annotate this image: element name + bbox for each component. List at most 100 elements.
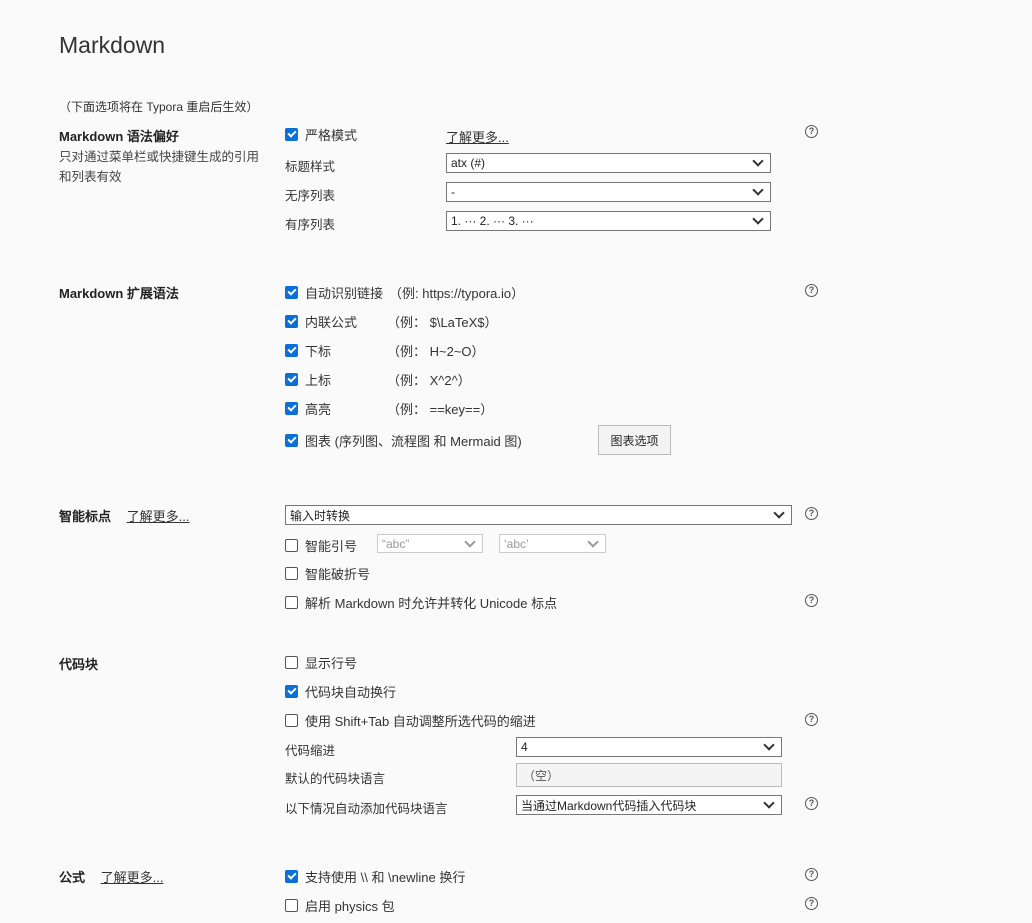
auto-lang-value: 当通过Markdown代码插入代码块 [521, 798, 697, 813]
smart-punct-mode-select[interactable]: 输入时转换 [285, 505, 792, 525]
chevron-down-icon [752, 213, 764, 225]
help-circle-icon[interactable]: ? [805, 713, 818, 726]
physics-label: 启用 physics 包 [305, 898, 395, 914]
section-title-math: 公式 [59, 870, 86, 885]
ext-option-inline-math[interactable]: 内联公式 [285, 311, 357, 331]
math-newline-checkbox[interactable] [285, 869, 298, 883]
default-lang-placeholder: （空） [523, 768, 560, 783]
page-title: Markdown [59, 32, 166, 58]
chart-options-button[interactable]: 图表选项 [598, 425, 671, 455]
line-numbers-label: 显示行号 [305, 655, 358, 671]
shift-tab-label: 使用 Shift+Tab 自动调整所选代码的缩进 [305, 713, 536, 729]
chevron-down-icon [752, 155, 764, 167]
ext-option-superscript[interactable]: 上标 [285, 369, 331, 389]
strict-mode-option[interactable]: 严格模式 [285, 124, 357, 144]
ext-highlight-label: 高亮 [305, 401, 332, 417]
ext-option-subscript[interactable]: 下标 [285, 340, 331, 360]
chevron-down-icon [763, 739, 775, 751]
unicode-punct-checkbox[interactable] [285, 595, 298, 609]
smart-dash-checkbox[interactable] [285, 566, 298, 580]
single-quote-value: ‘abc’ [504, 536, 529, 551]
default-lang-input[interactable]: （空） [516, 763, 782, 787]
code-wrap-option[interactable]: 代码块自动换行 [285, 681, 396, 701]
smart-quotes-label: 智能引号 [305, 538, 358, 554]
unordered-list-select[interactable]: - [446, 182, 771, 202]
ordered-list-label: 有序列表 [285, 218, 336, 232]
restart-note: （下面选项将在 Typora 重启后生效） [59, 100, 259, 114]
ext-subscript-example: （例： H~2~O） [387, 343, 485, 359]
smart-punct-mode-value: 输入时转换 [290, 508, 351, 523]
ext-option-highlight[interactable]: 高亮 [285, 398, 331, 418]
math-learn-more-link[interactable]: 了解更多... [101, 870, 164, 885]
section-header-smart-punct: 智能标点 了解更多... [59, 506, 189, 525]
ext-superscript-example: （例： X^2^） [387, 372, 471, 388]
heading-style-select[interactable]: atx (#) [446, 153, 771, 173]
section-title-syntax: Markdown 语法偏好 [59, 129, 179, 144]
ext-superscript-checkbox[interactable] [285, 372, 298, 386]
section-title-smart-punct: 智能标点 [59, 509, 112, 524]
code-indent-select[interactable]: 4 [516, 737, 782, 757]
unordered-list-value: - [451, 185, 455, 199]
code-wrap-label: 代码块自动换行 [305, 684, 397, 700]
chevron-down-icon [763, 797, 775, 809]
single-quote-select[interactable]: ‘abc’ [499, 534, 606, 553]
double-quote-select[interactable]: “abc” [377, 534, 483, 553]
shift-tab-option[interactable]: 使用 Shift+Tab 自动调整所选代码的缩进 [285, 710, 536, 730]
unicode-punct-option[interactable]: 解析 Markdown 时允许并转化 Unicode 标点 [285, 592, 557, 612]
ext-option-diagrams[interactable]: 图表 (序列图、流程图 和 Mermaid 图) [285, 430, 522, 450]
help-circle-icon[interactable]: ? [805, 125, 818, 138]
help-circle-icon[interactable]: ? [805, 284, 818, 297]
math-newline-option[interactable]: 支持使用 \\ 和 \newline 换行 [285, 866, 465, 886]
section-title-extended: Markdown 扩展语法 [59, 286, 179, 301]
ext-superscript-label: 上标 [305, 372, 332, 388]
ordered-list-select[interactable]: 1. ··· 2. ··· 3. ··· [446, 211, 771, 231]
ext-subscript-label: 下标 [305, 343, 332, 359]
chevron-down-icon [464, 535, 476, 548]
smart-dash-option[interactable]: 智能破折号 [285, 563, 370, 583]
double-quote-value: “abc” [382, 536, 410, 551]
code-indent-label: 代码缩进 [285, 744, 336, 758]
line-numbers-option[interactable]: 显示行号 [285, 652, 357, 672]
default-lang-label: 默认的代码块语言 [285, 772, 386, 786]
help-circle-icon[interactable]: ? [805, 797, 818, 810]
help-circle-icon[interactable]: ? [805, 594, 818, 607]
ext-subscript-checkbox[interactable] [285, 343, 298, 357]
code-indent-value: 4 [521, 740, 528, 754]
strict-mode-checkbox[interactable] [285, 127, 298, 141]
ext-highlight-checkbox[interactable] [285, 401, 298, 415]
ext-inline-math-example: （例： $\LaTeX$） [387, 314, 498, 330]
math-newline-label: 支持使用 \\ 和 \newline 换行 [305, 869, 466, 885]
smart-dash-label: 智能破折号 [305, 566, 371, 582]
smart-quotes-checkbox[interactable] [285, 538, 298, 552]
shift-tab-checkbox[interactable] [285, 713, 298, 727]
chevron-down-icon [752, 184, 764, 196]
section-title-code: 代码块 [59, 657, 99, 672]
smart-quotes-option[interactable]: 智能引号 [285, 535, 357, 555]
ext-inline-math-label: 内联公式 [305, 314, 358, 330]
ext-option-autolink[interactable]: 自动识别链接 （例: https://typora.io） [285, 282, 524, 302]
physics-checkbox[interactable] [285, 898, 298, 912]
heading-style-value: atx (#) [451, 156, 486, 170]
ext-autolink-example: （例: https://typora.io） [389, 285, 525, 301]
physics-option[interactable]: 启用 physics 包 [285, 895, 395, 915]
code-wrap-checkbox[interactable] [285, 684, 298, 698]
unordered-list-label: 无序列表 [285, 189, 336, 203]
ext-autolink-checkbox[interactable] [285, 285, 298, 299]
help-circle-icon[interactable]: ? [805, 507, 818, 520]
chevron-down-icon [773, 507, 785, 519]
ext-diagrams-label: 图表 (序列图、流程图 和 Mermaid 图) [305, 433, 522, 449]
ext-diagrams-checkbox[interactable] [285, 433, 298, 447]
strict-mode-label: 严格模式 [305, 127, 358, 143]
heading-style-label: 标题样式 [285, 160, 336, 174]
help-circle-icon[interactable]: ? [805, 868, 818, 881]
line-numbers-checkbox[interactable] [285, 655, 298, 669]
ext-inline-math-checkbox[interactable] [285, 314, 298, 328]
smart-punct-learn-more-link[interactable]: 了解更多... [127, 509, 190, 524]
help-circle-icon[interactable]: ? [805, 897, 818, 910]
syntax-learn-more-link[interactable]: 了解更多... [446, 127, 509, 146]
ordered-list-value: 1. ··· 2. ··· 3. ··· [451, 214, 534, 228]
section-desc-syntax: 只对通过菜单栏或快捷键生成的引用和列表有效 [59, 150, 260, 184]
auto-lang-select[interactable]: 当通过Markdown代码插入代码块 [516, 795, 782, 815]
auto-lang-label: 以下情况自动添加代码块语言 [285, 802, 448, 816]
section-header-math: 公式 了解更多... [59, 867, 163, 886]
